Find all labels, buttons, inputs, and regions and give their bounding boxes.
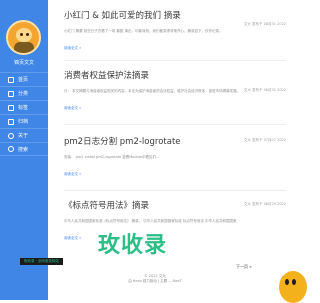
search-icon — [8, 146, 14, 152]
post-date: 文大 发布于 06月20 2022 — [243, 202, 286, 206]
watermark-logo: 玫收录 — [98, 234, 228, 258]
sidebar-item-label: 归档 — [18, 119, 29, 125]
sidebar-item-label: 搜索 — [18, 146, 29, 153]
watermark-text: 玫收录 — [98, 233, 168, 258]
sidebar-item-home[interactable]: 首页 — [0, 72, 48, 86]
read-more-link[interactable]: 阅读全文 » — [64, 106, 81, 111]
post-item: pm2日志分割 pm2-logrotate 文大 发布于 07月07 2022 … — [64, 136, 286, 179]
avatar-eye-left — [20, 33, 23, 36]
post-title[interactable]: 消费者权益保护法摘录 — [64, 70, 286, 82]
sidebar-item-label: 分类 — [18, 91, 29, 97]
sidebar-item-archives[interactable]: 归档 — [0, 114, 48, 128]
post-item: 消费者权益保护法摘录 文大 发布于 08月31 2022 日： 本文摘要与消费者… — [64, 70, 286, 113]
post-date: 文大 发布于 08月31 2022 — [243, 22, 286, 26]
read-more-link[interactable]: 阅读全文 » — [64, 46, 81, 51]
sidebar-item-search[interactable]: 搜索 — [0, 142, 48, 156]
avatar-body — [14, 42, 34, 53]
sidebar-item-label: 首页 — [18, 77, 29, 83]
post-divider — [64, 190, 286, 191]
mascot-icon — [279, 271, 307, 303]
next-page-link[interactable]: 下一页 » — [236, 264, 252, 270]
home-icon — [8, 76, 14, 83]
post-title[interactable]: 小红门 & 如此可爱的我们 摘录 — [64, 10, 286, 22]
sidebar-item-about[interactable]: 关于 — [0, 128, 48, 142]
sidebar-nav: 首页 分类 标签 归档 关于 搜索 — [0, 72, 48, 156]
tag-icon — [8, 104, 14, 111]
folder-icon — [8, 90, 14, 97]
avatar-eye-right — [26, 33, 29, 36]
post-date: 文大 发布于 07月07 2022 — [243, 138, 286, 142]
sidebar-item-categories[interactable]: 分类 — [0, 86, 48, 100]
post-excerpt: 小红门 摘要 前些日子去看了一场 喜剧 演出，印象深刻，我们都笑得非常开心。摘录… — [64, 29, 223, 33]
post-excerpt: 安装： pm2 install pm2-logrotate 查看Module中看… — [64, 155, 160, 159]
user-icon — [8, 132, 14, 139]
mascot-eye-left — [285, 279, 289, 285]
archive-icon — [8, 118, 14, 125]
sidebar: 锦页文文 首页 分类 标签 归档 关于 搜索 — [0, 0, 48, 300]
sidebar-item-label: 标签 — [18, 105, 29, 111]
read-more-link[interactable]: 阅读全文 » — [64, 236, 81, 241]
post-divider — [64, 60, 286, 61]
sidebar-item-label: 关于 — [18, 133, 29, 139]
mascot-eye-right — [292, 279, 296, 285]
watermark-subtext: 玫收录 · 全网收录网站 — [20, 258, 63, 265]
site-name[interactable]: 锦页文文 — [0, 59, 48, 66]
post-excerpt: 中华人民共和国国家标准《标点符号用法》 摘录。 中华人民共和国国家标准 标点符号… — [64, 219, 237, 223]
post-divider — [64, 124, 286, 125]
footer: © 2022 文大 由 Hexo 强力驱动 | 主题 — NexT — [100, 274, 210, 284]
post-item: 小红门 & 如此可爱的我们 摘录 文大 发布于 08月31 2022 小红门 摘… — [64, 10, 286, 53]
sidebar-item-tags[interactable]: 标签 — [0, 100, 48, 114]
avatar[interactable] — [6, 20, 41, 55]
read-more-link[interactable]: 阅读全文 » — [64, 172, 81, 177]
avatar-face — [16, 28, 32, 42]
footer-powered-by: 由 Hexo 强力驱动 | 主题 — NexT — [128, 279, 182, 283]
post-date: 文大 发布于 08月31 2022 — [243, 88, 286, 92]
